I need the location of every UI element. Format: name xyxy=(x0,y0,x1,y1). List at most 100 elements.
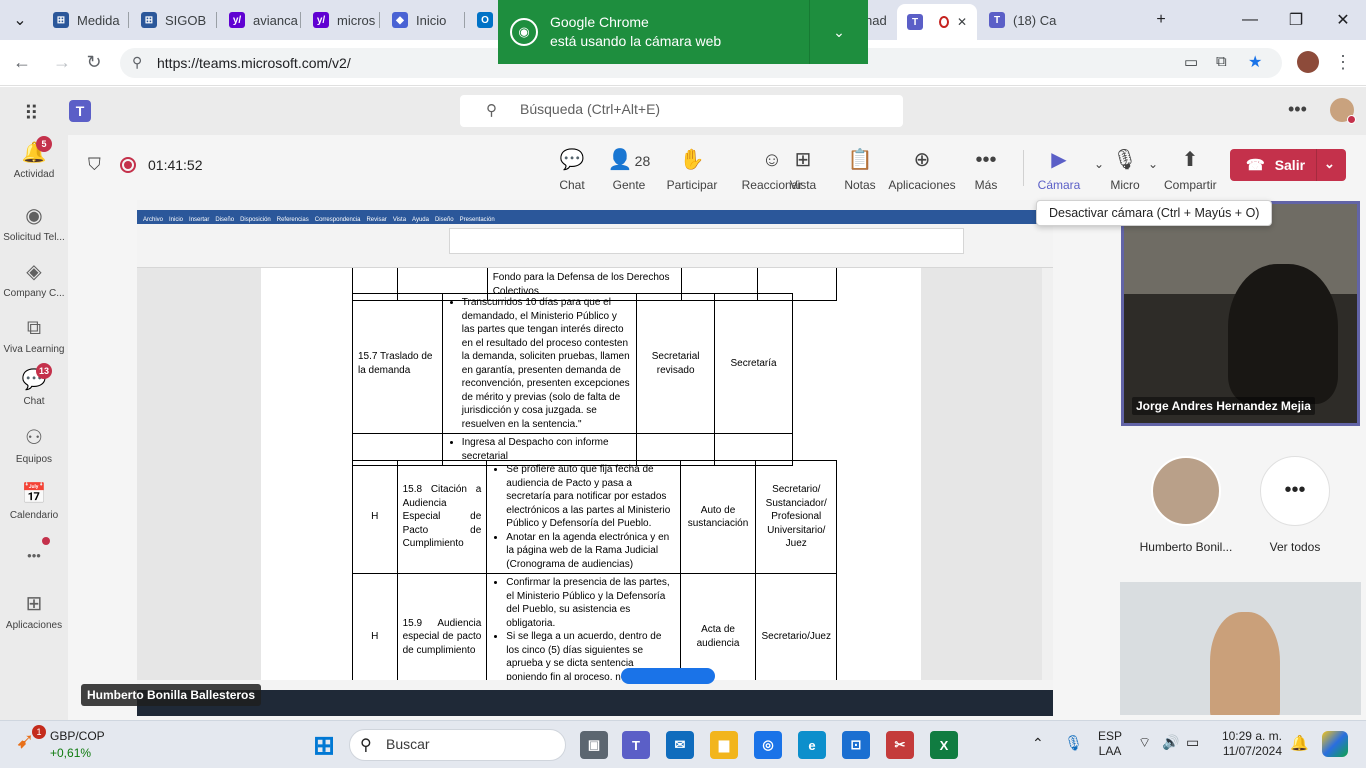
close-window-button[interactable]: ✕ xyxy=(1331,8,1355,32)
forward-icon[interactable]: → xyxy=(51,52,73,73)
browser-tab[interactable]: ⊞ Medida xyxy=(43,6,129,34)
share-icon: ⬆ xyxy=(1181,149,1199,171)
taskbar-store-icon[interactable]: ⊡ xyxy=(842,731,870,759)
participant-name: Jorge Andres Hernandez Mejia xyxy=(1132,397,1315,415)
show-hidden-icons-icon[interactable]: ⌃ xyxy=(1032,735,1044,752)
taskbar-mail-icon[interactable]: ✉ xyxy=(666,731,694,759)
rail-item-label: Actividad xyxy=(13,169,55,180)
reload-icon[interactable]: ↻ xyxy=(83,52,105,73)
camera-tooltip: Desactivar cámara (Ctrl + Mayús + O) xyxy=(1036,200,1273,226)
document-scrollbar[interactable] xyxy=(1042,268,1053,680)
camera-icon: ◉ xyxy=(510,18,538,46)
toolbar-camera-button[interactable]: ▶ Cámara xyxy=(1030,147,1088,192)
camera-options-chevron-icon[interactable]: ⌄ xyxy=(1094,157,1104,171)
taskbar-search[interactable]: ⚲ xyxy=(349,729,566,761)
browser-tab[interactable]: T ✕ xyxy=(897,4,977,40)
back-icon[interactable]: ← xyxy=(11,52,33,73)
table-bullet: Confirmar la presencia de las partes, el… xyxy=(506,576,674,630)
profile-avatar[interactable] xyxy=(1297,51,1319,73)
bookmark-star-icon[interactable]: ★ xyxy=(1248,52,1262,72)
toolbar-mic-button[interactable]: 🎙 Micro xyxy=(1108,147,1142,192)
minimize-button[interactable]: — xyxy=(1238,8,1262,32)
leave-options-chevron-icon[interactable]: ⌄ xyxy=(1324,156,1335,172)
more-icon: ••• xyxy=(975,149,997,171)
browser-tab[interactable]: y/micros xyxy=(303,6,380,34)
mic-options-chevron-icon[interactable]: ⌄ xyxy=(1148,157,1158,171)
see-all-button[interactable]: ••• Ver todos xyxy=(1245,456,1345,554)
tab-search-icon[interactable]: ⌄ xyxy=(8,8,32,32)
clock[interactable]: 10:29 a. m. 11/07/2024 xyxy=(1212,729,1282,759)
browser-tab[interactable]: ⊞ SIGOB xyxy=(131,6,217,34)
wifi-icon[interactable]: ⌔ xyxy=(1138,734,1151,752)
site-info-icon[interactable]: ⚲ xyxy=(132,54,142,71)
taskbar-search-input[interactable] xyxy=(386,736,536,752)
microphone-icon[interactable]: 🎙 xyxy=(1064,734,1083,752)
search-box[interactable]: ⚲ xyxy=(460,95,903,127)
word-titlebar xyxy=(137,200,1053,210)
taskbar-chrome-icon[interactable]: ◎ xyxy=(754,731,782,759)
notifications-icon[interactable]: 🔔 xyxy=(1290,734,1309,752)
taskbar-teams-icon[interactable]: T xyxy=(622,731,650,759)
weather-widget[interactable]: ➹ 1 xyxy=(16,725,46,754)
toolbar-share-button[interactable]: ⬆ Compartir xyxy=(1164,147,1217,192)
participant-name: Humberto Bonil... xyxy=(1139,540,1233,554)
app-rail: 🔔 5 Actividad ◉ Solicitud Tel... ◈ Company C..… xyxy=(0,135,68,720)
toolbar-raise-hand-button[interactable]: ✋ Participar xyxy=(660,147,724,192)
taskbar-excel-icon[interactable]: X xyxy=(930,731,958,759)
rail-item[interactable]: 📅 Calendario xyxy=(0,481,68,521)
maximize-button[interactable]: ❐ xyxy=(1284,8,1308,32)
rail-item[interactable]: ◉ Solicitud Tel... xyxy=(0,203,68,243)
rail-item[interactable]: 🔔 5 Actividad xyxy=(0,136,68,180)
close-tab-icon[interactable]: ✕ xyxy=(957,15,967,29)
toolbar-view-button[interactable]: ⊞ Vista xyxy=(780,147,826,192)
toolbar-notes-button[interactable]: 📋 Notas xyxy=(837,147,883,192)
volume-icon[interactable]: 🔊 xyxy=(1162,734,1179,751)
meeting-control-bar: ⛉ 01:41:52 💬 Chat 👤 28 Gente ✋ Participar ☺ Reac… xyxy=(68,135,1366,200)
rail-item[interactable]: ••• xyxy=(0,537,68,569)
browser-tab[interactable]: ◆ Inicio xyxy=(382,6,465,34)
start-button[interactable]: ⊞ xyxy=(310,730,338,760)
toolbar-people-button[interactable]: 👤 28 Gente xyxy=(603,147,655,192)
taskbar-snip-icon[interactable]: ✂ xyxy=(886,731,914,759)
toolbar-more-button[interactable]: ••• Más xyxy=(964,147,1008,192)
mic-icon: 🎙 xyxy=(1112,149,1138,171)
toolbar-chat-button[interactable]: 💬 Chat xyxy=(551,147,593,192)
rail-item[interactable]: ⚇ Equipos xyxy=(0,425,68,465)
participant-avatar-tile[interactable]: Humberto Bonil... xyxy=(1136,456,1236,554)
copilot-icon[interactable] xyxy=(1322,731,1348,757)
battery-icon[interactable]: ▭ xyxy=(1186,734,1199,751)
notification-expand-button[interactable]: ⌄ xyxy=(810,24,868,41)
rail-item[interactable]: ⊞ Aplicaciones xyxy=(0,591,68,631)
leave-meeting-button[interactable]: ☎ Salir ⌄ xyxy=(1230,149,1346,181)
rail-item[interactable]: ⧉ Viva Learning xyxy=(0,315,68,355)
taskbar-taskview-icon[interactable]: ▣ xyxy=(580,731,608,759)
input-language[interactable]: ESP LAA xyxy=(1098,729,1122,759)
rail-item[interactable]: ◈ Company C... xyxy=(0,259,68,299)
install-app-icon[interactable]: ⧉ xyxy=(1216,53,1227,70)
camera-in-use-icon[interactable]: ▭ xyxy=(1184,53,1198,71)
rail-item-label: Chat xyxy=(23,396,45,407)
taskbar-edge-icon[interactable]: e xyxy=(798,731,826,759)
tab-favicon-icon: y/ xyxy=(313,12,329,28)
rail-item[interactable]: 💬 13 Chat xyxy=(0,363,68,407)
search-icon: ⚲ xyxy=(360,737,372,754)
browser-tab[interactable]: y/avianca xyxy=(219,6,301,34)
user-avatar[interactable] xyxy=(1330,98,1356,124)
new-tab-button[interactable]: + xyxy=(1149,8,1173,32)
chrome-menu-icon[interactable]: ⋮ xyxy=(1332,52,1354,73)
lang-line1: ESP xyxy=(1098,729,1123,743)
toolbar-label: Micro xyxy=(1110,178,1140,192)
learning-icon: ⧉ xyxy=(26,317,42,339)
taskbar-explorer-icon[interactable]: ▆ xyxy=(710,731,738,759)
procedure-table-157: 15.7 Traslado de la demanda Transcurrido… xyxy=(352,293,793,466)
self-video-tile[interactable] xyxy=(1120,582,1361,715)
shield-icon[interactable]: ⛉ xyxy=(88,155,101,175)
search-input[interactable] xyxy=(520,101,880,117)
app-launcher-icon[interactable]: ⠿ xyxy=(24,101,39,126)
settings-more-icon[interactable]: ••• xyxy=(1288,99,1307,120)
lang-line2: LAA xyxy=(1098,744,1122,758)
participant-video-tile[interactable]: Jorge Andres Hernandez Mejia xyxy=(1121,201,1360,426)
url-text[interactable]: https://teams.microsoft.com/v2/ xyxy=(157,55,351,71)
toolbar-apps-button[interactable]: ⊕ Aplicaciones xyxy=(887,147,957,192)
browser-tab[interactable]: T (18) Ca xyxy=(979,6,1063,34)
